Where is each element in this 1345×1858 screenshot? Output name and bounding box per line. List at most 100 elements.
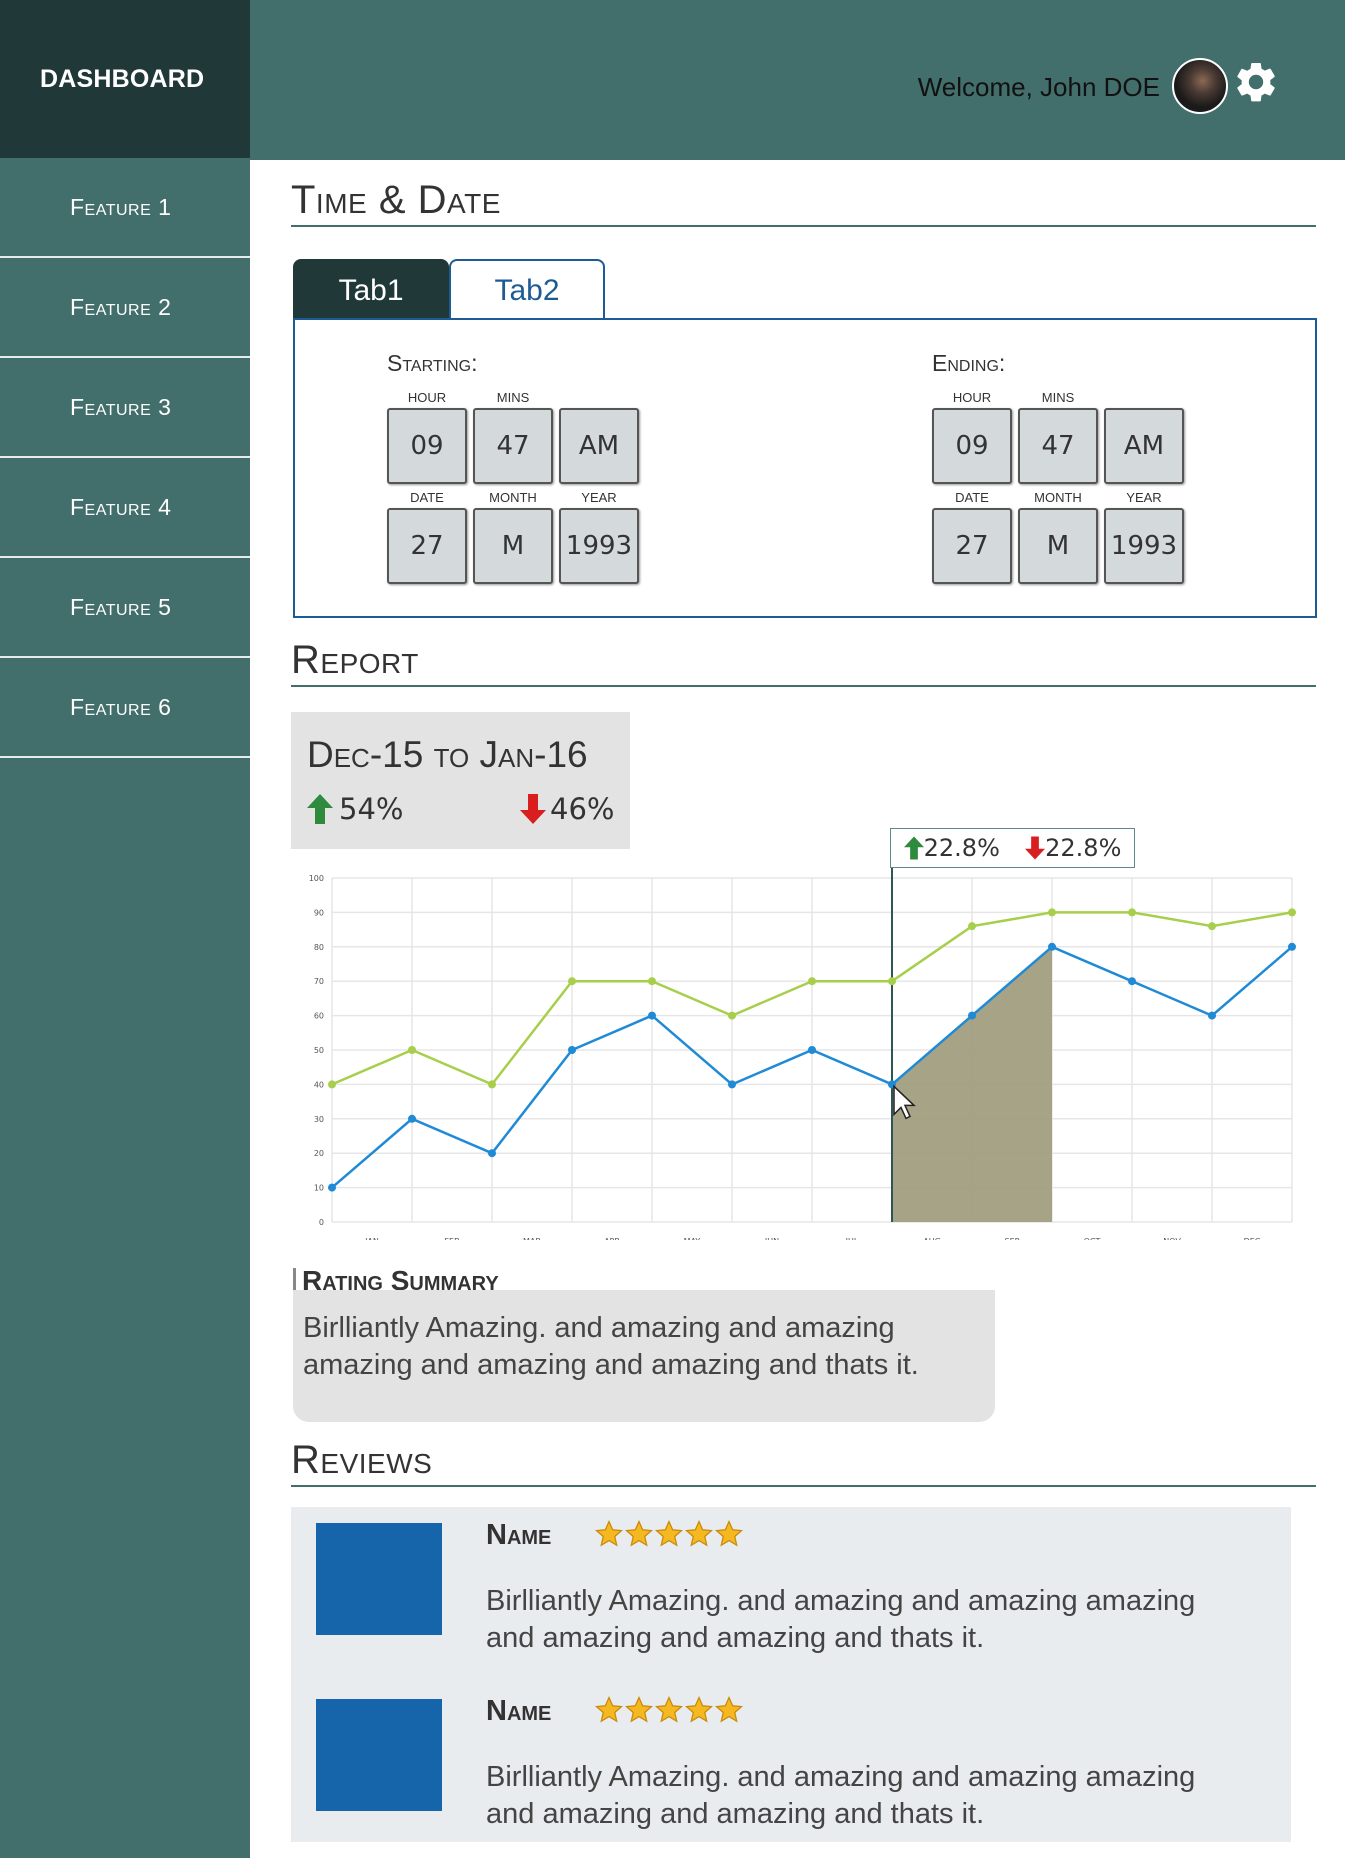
starting-ampm-field[interactable]: AM bbox=[559, 408, 639, 484]
data-point bbox=[808, 1046, 816, 1054]
reviews-panel: Name Birlliantly Amazing. and amazing an… bbox=[291, 1507, 1291, 1842]
x-tick-label: JUL bbox=[845, 1237, 859, 1240]
month-label: MONTH bbox=[489, 490, 537, 505]
data-point bbox=[648, 1011, 656, 1020]
data-point bbox=[328, 1183, 336, 1192]
ending-heading: Ending: bbox=[932, 350, 1006, 376]
star-rating bbox=[594, 1519, 744, 1549]
x-tick-label: JUN bbox=[764, 1237, 779, 1240]
chart-labels: 0 10 20 30 40 50 60 70 80 90 100 JAN FEB MAR APR MAY JUN… bbox=[309, 874, 1261, 1240]
ending-mins-field[interactable]: 47 bbox=[1018, 408, 1098, 484]
y-tick-label: 20 bbox=[314, 1149, 324, 1158]
starting-hour-field[interactable]: 09 bbox=[387, 408, 467, 484]
year-label: YEAR bbox=[581, 490, 617, 505]
report-range: Dec-15 to Jan-16 bbox=[307, 734, 588, 775]
sidebar: DASHBOARD Feature 1 Feature 2 Feature 3 … bbox=[0, 0, 250, 1858]
starting-date-row: DATE 27 MONTH M YEAR 1993 bbox=[387, 490, 645, 584]
y-tick-label: 30 bbox=[314, 1115, 324, 1124]
starting-date-field[interactable]: 27 bbox=[387, 508, 467, 584]
starting-time-row: HOUR 09 MINS 47 AM bbox=[387, 390, 645, 484]
tooltip-down: 22.8% bbox=[1025, 834, 1121, 862]
date-label: DATE bbox=[955, 490, 989, 505]
ending-time-row: HOUR 09 MINS 47 AM bbox=[932, 390, 1190, 484]
rating-summary-card: Birlliantly Amazing. and amazing and ama… bbox=[293, 1290, 995, 1422]
y-tick-label: 50 bbox=[314, 1046, 324, 1055]
welcome-text: Welcome, John DOE bbox=[917, 72, 1160, 102]
data-point bbox=[568, 977, 576, 986]
x-tick-label: OCT bbox=[1084, 1237, 1101, 1240]
ending-month-field[interactable]: M bbox=[1018, 508, 1098, 584]
ending-date-field[interactable]: 27 bbox=[932, 508, 1012, 584]
data-point bbox=[728, 1080, 736, 1089]
starting-group: Starting: bbox=[387, 350, 477, 377]
x-tick-label: JAN bbox=[364, 1237, 379, 1240]
star-icon bbox=[654, 1695, 684, 1723]
star-icon bbox=[684, 1695, 714, 1723]
month-label: MONTH bbox=[1034, 490, 1082, 505]
review-text: Birlliantly Amazing. and amazing and ama… bbox=[486, 1761, 1196, 1830]
review-item: Name Birlliantly Amazing. and amazing an… bbox=[316, 1683, 1276, 1833]
star-icon bbox=[684, 1519, 714, 1547]
starting-heading: Starting: bbox=[387, 350, 478, 376]
starting-year-field[interactable]: 1993 bbox=[559, 508, 639, 584]
ending-hour-field[interactable]: 09 bbox=[932, 408, 1012, 484]
reviewer-image bbox=[316, 1699, 442, 1811]
sidebar-item-feature-2[interactable]: Feature 2 bbox=[0, 258, 250, 358]
data-point bbox=[1288, 942, 1296, 951]
x-tick-label: MAY bbox=[684, 1237, 701, 1240]
review-item: Name Birlliantly Amazing. and amazing an… bbox=[316, 1507, 1276, 1657]
tooltip-up: 22.8% bbox=[903, 834, 1000, 862]
user-avatar[interactable] bbox=[1172, 58, 1228, 114]
reviewer-name: Name bbox=[486, 1695, 552, 1727]
data-point bbox=[1208, 922, 1216, 931]
sidebar-item-feature-3[interactable]: Feature 3 bbox=[0, 358, 250, 458]
sidebar-item-feature-4[interactable]: Feature 4 bbox=[0, 458, 250, 558]
star-icon bbox=[714, 1519, 744, 1547]
tab-1[interactable]: Tab1 bbox=[293, 259, 449, 320]
tooltip-up-value: 22.8% bbox=[923, 834, 1000, 862]
top-header: Welcome, John DOE bbox=[250, 0, 1345, 160]
x-tick-label: NOV bbox=[1163, 1237, 1181, 1240]
starting-mins-field[interactable]: 47 bbox=[473, 408, 553, 484]
arrow-up-icon bbox=[903, 836, 924, 860]
sidebar-item-feature-1[interactable]: Feature 1 bbox=[0, 158, 250, 258]
arrow-down-icon bbox=[1025, 836, 1046, 860]
star-icon bbox=[624, 1695, 654, 1723]
rating-summary-text: Birlliantly Amazing. and amazing and ama… bbox=[303, 1312, 919, 1381]
tab-panel: Starting: HOUR 09 MINS 47 AM DATE 27 MONTH M… bbox=[293, 318, 1317, 618]
star-icon bbox=[594, 1695, 624, 1723]
ending-year-field[interactable]: 1993 bbox=[1104, 508, 1184, 584]
y-tick-label: 40 bbox=[314, 1080, 324, 1089]
x-tick-label: FEB bbox=[444, 1237, 459, 1240]
star-icon bbox=[594, 1519, 624, 1547]
y-tick-label: 70 bbox=[314, 977, 324, 986]
mins-label: MINS bbox=[1041, 390, 1075, 405]
tab-2[interactable]: Tab2 bbox=[449, 259, 605, 320]
data-point bbox=[488, 1080, 496, 1089]
ending-date-row: DATE 27 MONTH M YEAR 1993 bbox=[932, 490, 1190, 584]
hour-label: HOUR bbox=[407, 390, 447, 405]
sidebar-item-feature-5[interactable]: Feature 5 bbox=[0, 558, 250, 658]
hour-label: HOUR bbox=[952, 390, 992, 405]
starting-month-field[interactable]: M bbox=[473, 508, 553, 584]
brand-title[interactable]: DASHBOARD bbox=[0, 0, 250, 158]
y-tick-label: 0 bbox=[319, 1218, 324, 1227]
data-point bbox=[808, 977, 816, 986]
data-point bbox=[1048, 942, 1056, 951]
x-tick-label: DEC bbox=[1244, 1237, 1261, 1240]
review-text: Birlliantly Amazing. and amazing and ama… bbox=[486, 1585, 1196, 1654]
ending-ampm-field[interactable]: AM bbox=[1104, 408, 1184, 484]
tooltip-down-value: 22.8% bbox=[1045, 834, 1122, 862]
gear-icon[interactable] bbox=[1232, 58, 1280, 106]
data-point bbox=[888, 977, 896, 986]
data-point bbox=[408, 1114, 416, 1123]
data-point bbox=[648, 977, 656, 986]
data-point bbox=[1288, 908, 1296, 917]
mins-label: MINS bbox=[496, 390, 530, 405]
report-line-chart[interactable]: 0 10 20 30 40 50 60 70 80 90 100 JAN FEB MAR APR MAY JUN… bbox=[296, 820, 1296, 1240]
ampm-label bbox=[559, 390, 639, 408]
ending-group: Ending: bbox=[932, 350, 1005, 377]
data-point bbox=[1128, 977, 1136, 986]
y-tick-label: 60 bbox=[314, 1012, 324, 1021]
sidebar-item-feature-6[interactable]: Feature 6 bbox=[0, 658, 250, 758]
